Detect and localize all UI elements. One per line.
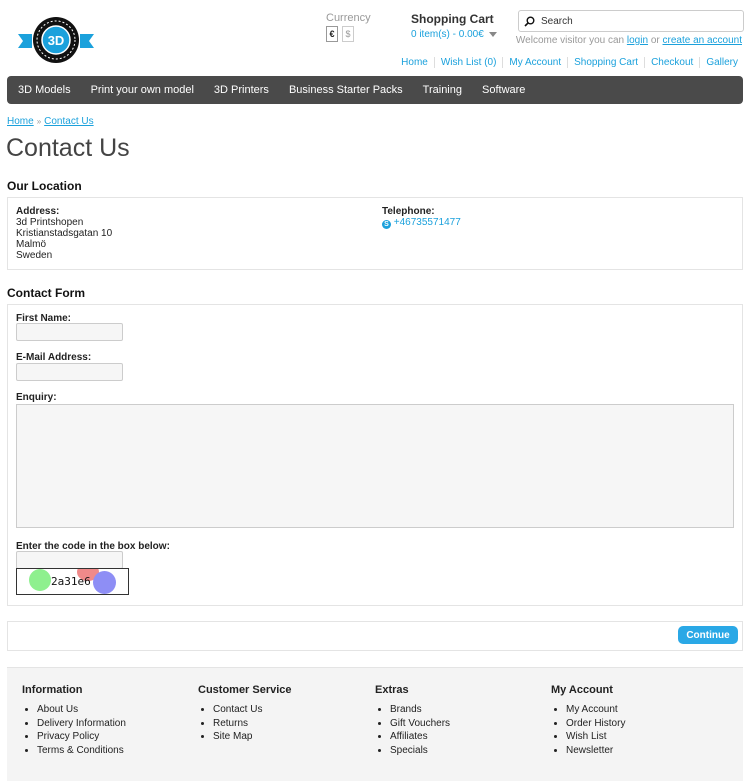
footer-link-privacy[interactable]: Privacy Policy	[37, 730, 126, 744]
create-account-link[interactable]: create an account	[663, 35, 743, 46]
site-logo[interactable]: 3D	[18, 14, 94, 66]
footer-link-gift-vouchers[interactable]: Gift Vouchers	[390, 717, 450, 731]
footer-link-brands[interactable]: Brands	[390, 703, 450, 717]
top-links: Home Wish List (0) My Account Shopping C…	[395, 57, 744, 68]
telephone-block: Telephone: S +46735571477	[382, 206, 461, 229]
location-heading: Our Location	[7, 179, 82, 193]
menu-item-software[interactable]: Software	[473, 84, 534, 96]
contact-form-heading: Contact Form	[7, 286, 85, 300]
footer-link-order-history[interactable]: Order History	[566, 717, 625, 731]
top-link-checkout[interactable]: Checkout	[644, 57, 699, 68]
breadcrumb-current[interactable]: Contact Us	[44, 116, 93, 127]
menu-item-training[interactable]: Training	[414, 84, 471, 96]
currency-label: Currency	[326, 12, 371, 24]
skype-icon: S	[382, 220, 391, 229]
footer-link-contact[interactable]: Contact Us	[213, 703, 292, 717]
address-line: 3d Printshopen	[16, 217, 84, 228]
footer-heading: Extras	[375, 684, 409, 696]
top-link-home[interactable]: Home	[395, 57, 434, 68]
captcha-image: 2a31e6	[16, 568, 129, 595]
top-link-wishlist[interactable]: Wish List (0)	[433, 57, 503, 68]
welcome-or: or	[650, 35, 660, 46]
search-box	[518, 10, 744, 32]
footer-column-information: Information About Us Delivery Informatio…	[22, 684, 126, 757]
footer-link-sitemap[interactable]: Site Map	[213, 730, 292, 744]
top-link-cart[interactable]: Shopping Cart	[567, 57, 644, 68]
address-line: Kristianstadsgatan 10	[16, 228, 113, 239]
footer-link-my-account[interactable]: My Account	[566, 703, 625, 717]
footer-link-about-us[interactable]: About Us	[37, 703, 126, 717]
footer-link-specials[interactable]: Specials	[390, 744, 450, 758]
footer-link-terms[interactable]: Terms & Conditions	[37, 744, 126, 758]
form-buttons-box: Continue	[7, 621, 743, 651]
search-input[interactable]	[539, 14, 733, 28]
footer-heading: Information	[22, 684, 83, 696]
welcome-message: Welcome visitor you can login or create …	[516, 35, 742, 46]
footer-heading: My Account	[551, 684, 613, 696]
telephone-link[interactable]: +46735571477	[394, 217, 461, 228]
login-link[interactable]: login	[627, 35, 648, 46]
address-label: Address:	[16, 206, 60, 217]
search-icon[interactable]	[519, 16, 539, 27]
cart-total-text: 0 item(s) - 0.00€	[411, 29, 484, 40]
enquiry-textarea[interactable]	[16, 404, 734, 528]
footer-link-wish-list[interactable]: Wish List	[566, 730, 625, 744]
menu-item-business-packs[interactable]: Business Starter Packs	[280, 84, 412, 96]
address-line: Sweden	[16, 250, 53, 261]
cart-title: Shopping Cart	[411, 12, 494, 26]
email-label: E-Mail Address:	[16, 352, 92, 363]
breadcrumb-separator: »	[36, 117, 42, 126]
footer: Information About Us Delivery Informatio…	[7, 667, 743, 781]
footer-heading: Customer Service	[198, 684, 292, 696]
footer-column-customer-service: Customer Service Contact Us Returns Site…	[198, 684, 292, 744]
first-name-input[interactable]	[16, 323, 123, 341]
top-link-account[interactable]: My Account	[502, 57, 567, 68]
location-box: Address: 3d Printshopen Kristianstadsgat…	[7, 197, 743, 270]
email-input[interactable]	[16, 363, 123, 381]
captcha-code: 2a31e6	[51, 575, 91, 588]
footer-link-affiliates[interactable]: Affiliates	[390, 730, 450, 744]
address-line: Malmö	[16, 239, 47, 250]
footer-link-delivery[interactable]: Delivery Information	[37, 717, 126, 731]
footer-link-newsletter[interactable]: Newsletter	[566, 744, 625, 758]
footer-link-returns[interactable]: Returns	[213, 717, 292, 731]
menu-item-3d-models[interactable]: 3D Models	[9, 84, 80, 96]
breadcrumb-home[interactable]: Home	[7, 116, 34, 127]
menu-item-3d-printers[interactable]: 3D Printers	[205, 84, 278, 96]
contact-form-box: First Name: E-Mail Address: Enquiry: Ent…	[7, 304, 743, 606]
page-title: Contact Us	[6, 134, 130, 162]
footer-column-extras: Extras Brands Gift Vouchers Affiliates S…	[375, 684, 450, 757]
telephone-label: Telephone:	[382, 206, 435, 217]
address-block: Address: 3d Printshopen Kristianstadsgat…	[16, 206, 112, 261]
enquiry-label: Enquiry:	[16, 392, 57, 403]
continue-button[interactable]: Continue	[678, 626, 738, 644]
currency-switcher: Currency € $	[326, 12, 371, 42]
chevron-down-icon	[488, 32, 497, 37]
menu-item-print-your-own[interactable]: Print your own model	[82, 84, 203, 96]
currency-dollar-button[interactable]: $	[342, 26, 354, 42]
top-link-gallery[interactable]: Gallery	[699, 57, 744, 68]
cart-total[interactable]: 0 item(s) - 0.00€	[411, 29, 497, 40]
currency-euro-button[interactable]: €	[326, 26, 338, 42]
logo-text: 3D	[48, 33, 65, 48]
welcome-prefix: Welcome visitor you can	[515, 35, 625, 46]
cart-summary[interactable]: Shopping Cart 0 item(s) - 0.00€	[411, 12, 497, 40]
footer-column-my-account: My Account My Account Order History Wish…	[551, 684, 625, 757]
main-menu: 3D Models Print your own model 3D Printe…	[7, 76, 743, 104]
breadcrumb: Home» Contact Us	[7, 116, 94, 127]
captcha-input[interactable]	[16, 551, 123, 569]
